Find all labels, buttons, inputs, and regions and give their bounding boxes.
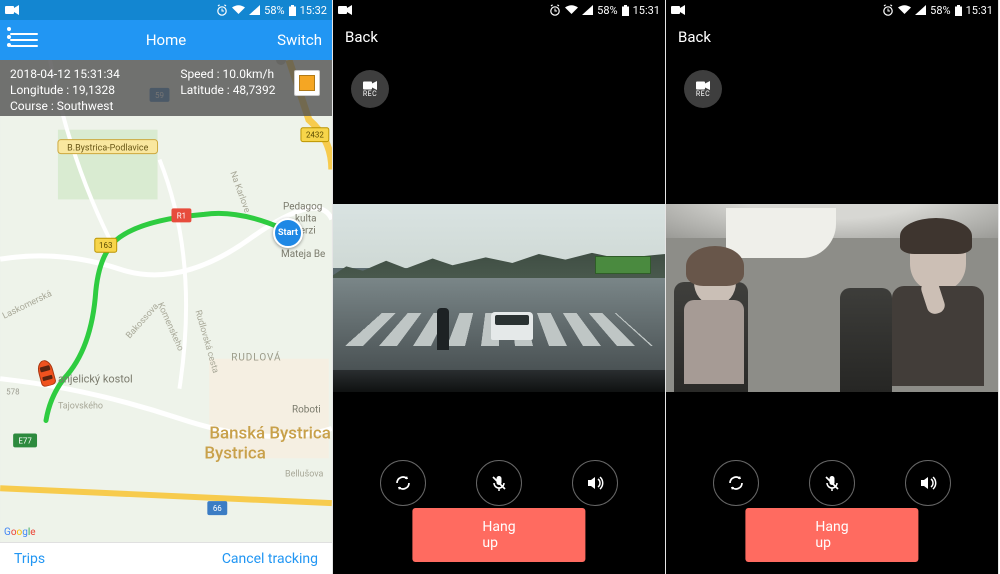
switch-button[interactable]: Switch <box>277 31 322 49</box>
google-attribution: Google <box>4 527 36 538</box>
svg-text:Mateja Be: Mateja Be <box>281 249 325 260</box>
speaker-button[interactable] <box>905 460 951 506</box>
hang-up-button[interactable]: Hang up <box>412 508 585 562</box>
battery-icon <box>622 5 629 16</box>
route-start-marker[interactable]: Start <box>273 218 305 250</box>
mic-off-icon <box>489 473 509 493</box>
map-view[interactable]: 163 R1 E77 59 66 2432 Banská Bystrica By… <box>0 60 332 542</box>
screen-cabin-camera: 58% 15:31 Back REC Hang up <box>666 0 999 574</box>
alarm-icon <box>882 4 894 16</box>
clock: 15:31 <box>966 4 993 17</box>
alarm-icon <box>549 4 561 16</box>
svg-text:578: 578 <box>6 388 20 397</box>
svg-text:Roboti: Roboti <box>292 405 321 416</box>
speaker-icon <box>918 473 938 493</box>
call-controls <box>666 460 998 506</box>
alarm-icon <box>216 4 228 16</box>
svg-text:Bystrica: Bystrica <box>204 443 266 463</box>
android-status-bar: 58% 15:31 <box>666 0 998 20</box>
back-button[interactable]: Back <box>678 28 711 46</box>
svg-text:Pedagog: Pedagog <box>283 201 322 212</box>
switch-camera-button[interactable] <box>713 460 759 506</box>
svg-text:B.Bystrica-Podlavice: B.Bystrica-Podlavice <box>67 144 148 154</box>
info-longitude: 19,1328 <box>72 83 115 97</box>
screen-map: 58% 15:32 Home Switch 163 R1 E77 <box>0 0 333 574</box>
cabin-video-feed[interactable] <box>666 204 998 392</box>
battery-icon <box>955 5 962 16</box>
info-latitude: 48,7392 <box>233 83 276 97</box>
svg-text:Bellušova: Bellušova <box>285 469 324 479</box>
dashcam-video-feed[interactable] <box>333 204 665 392</box>
bottom-toolbar: Trips Cancel tracking <box>0 542 332 574</box>
battery-percent: 58% <box>597 4 617 17</box>
refresh-icon <box>726 473 746 493</box>
refresh-icon <box>393 473 413 493</box>
mic-off-icon <box>822 473 842 493</box>
svg-text:66: 66 <box>213 504 222 513</box>
wifi-icon <box>232 5 245 15</box>
record-button[interactable]: REC <box>351 70 389 108</box>
signal-icon <box>582 5 593 15</box>
trips-button[interactable]: Trips <box>14 551 45 567</box>
info-datetime: 2018-04-12 15:31:34 <box>10 66 166 82</box>
info-speed: 10.0km/h <box>223 67 275 81</box>
svg-text:anjelický kostol: anjelický kostol <box>58 373 133 386</box>
map-layers-button[interactable] <box>294 70 320 96</box>
svg-text:2432: 2432 <box>306 131 324 140</box>
svg-text:Banská Bystrica: Banská Bystrica <box>209 423 331 443</box>
android-status-bar: 58% 15:31 <box>333 0 665 20</box>
wifi-icon <box>898 5 911 15</box>
video-icon <box>5 5 19 15</box>
svg-text:E77: E77 <box>18 436 32 445</box>
mute-mic-button[interactable] <box>809 460 855 506</box>
wifi-icon <box>565 5 578 15</box>
battery-icon <box>289 5 296 16</box>
cancel-tracking-button[interactable]: Cancel tracking <box>222 551 318 567</box>
signal-icon <box>915 5 926 15</box>
mute-mic-button[interactable] <box>476 460 522 506</box>
speaker-icon <box>585 473 605 493</box>
screen-front-camera: 58% 15:31 Back REC Hang up <box>333 0 666 574</box>
tracking-info-panel: 2018-04-12 15:31:34 Speed : 10.0km/h Lon… <box>0 60 332 116</box>
menu-button[interactable] <box>10 29 38 51</box>
speaker-button[interactable] <box>572 460 618 506</box>
camera-icon <box>696 81 710 90</box>
app-header: Home Switch <box>0 20 332 60</box>
svg-text:163: 163 <box>99 241 112 250</box>
hang-up-button[interactable]: Hang up <box>745 508 918 562</box>
call-controls <box>333 460 665 506</box>
svg-text:Tajovského: Tajovského <box>58 402 103 412</box>
record-button[interactable]: REC <box>684 70 722 108</box>
battery-percent: 58% <box>264 4 284 17</box>
svg-text:RUDLOVÁ: RUDLOVÁ <box>231 352 281 364</box>
battery-percent: 58% <box>930 4 950 17</box>
switch-camera-button[interactable] <box>380 460 426 506</box>
svg-text:R1: R1 <box>177 211 186 220</box>
video-icon <box>671 5 685 15</box>
info-course: Southwest <box>57 99 114 113</box>
signal-icon <box>249 5 260 15</box>
camera-icon <box>363 81 377 90</box>
clock: 15:31 <box>633 4 660 17</box>
back-button[interactable]: Back <box>345 28 378 46</box>
video-icon <box>338 5 352 15</box>
clock: 15:32 <box>300 4 327 17</box>
android-status-bar: 58% 15:32 <box>0 0 332 20</box>
